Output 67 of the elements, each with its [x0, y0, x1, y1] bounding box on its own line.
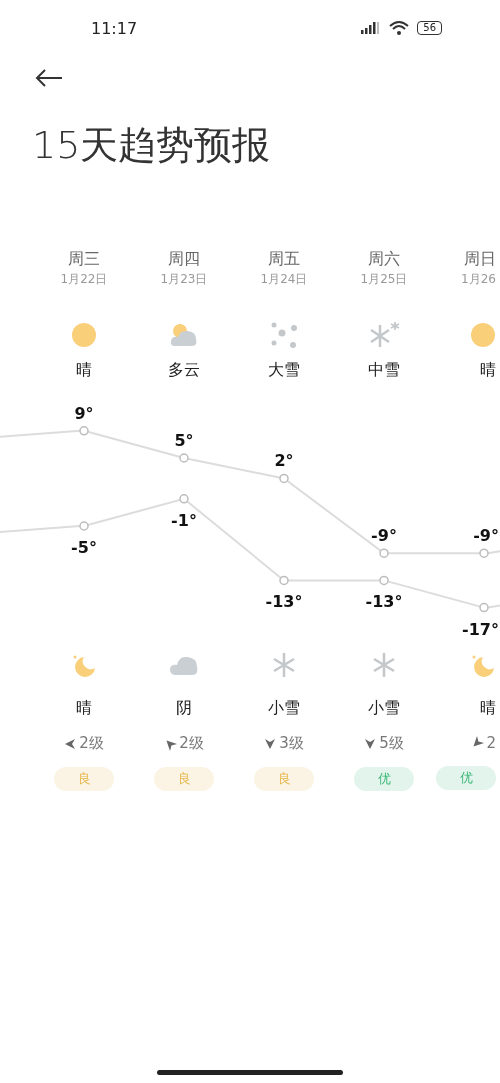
weather-label: 晴: [480, 359, 496, 381]
data-point: [379, 575, 389, 586]
weather-label: 小雪: [268, 697, 300, 719]
weather-label: 晴: [480, 697, 496, 719]
temperature-label: -13°: [265, 592, 303, 612]
sun-icon: [71, 322, 97, 348]
air-quality-badge: 良: [54, 767, 114, 791]
date-label: 1月22日: [60, 271, 108, 288]
signal-icon: [359, 21, 382, 35]
data-point: [479, 602, 489, 613]
page-title: 15天趋势预报: [32, 122, 272, 169]
weather-label: 阴: [176, 697, 192, 719]
date-label: 1月26: [461, 271, 496, 288]
weekday-label: 周日: [464, 248, 496, 270]
data-point: [179, 494, 189, 504]
temperature-label: -9°: [371, 526, 397, 546]
battery-indicator: 56: [417, 21, 442, 35]
wind-level: 2: [486, 734, 496, 752]
date-label: 1月24日: [260, 271, 308, 288]
cloud-icon: [169, 654, 199, 676]
temperature-label: -13°: [365, 592, 403, 612]
data-point: [479, 548, 489, 558]
weather-label: 晴: [76, 697, 92, 719]
status-time: 11:17: [91, 18, 138, 38]
temperature-label: -9°: [473, 526, 499, 546]
air-quality-badge: 优: [436, 766, 496, 790]
wind-level: 2级: [179, 734, 204, 753]
temperature-label: 2°: [274, 451, 294, 471]
data-point: [179, 453, 189, 463]
snowflake-icon: [371, 652, 397, 678]
snowflake-icon: [271, 652, 297, 678]
weather-label: 中雪: [368, 359, 400, 381]
data-point: [79, 426, 89, 436]
wifi-icon: [389, 20, 410, 36]
temperature-label: 5°: [174, 431, 194, 450]
data-point: [279, 473, 289, 484]
weekday-label: 周四: [168, 248, 200, 270]
weather-label: 小雪: [368, 697, 400, 719]
weekday-label: 周六: [368, 248, 400, 270]
weather-label: 晴: [76, 359, 92, 381]
weather-label: 大雪: [268, 359, 300, 381]
data-point: [279, 575, 289, 586]
wind-level: 2级: [79, 734, 104, 753]
air-quality-badge: 良: [254, 767, 314, 791]
data-point: [379, 548, 389, 558]
date-label: 1月25日: [360, 271, 408, 288]
snowflake-icon: [368, 321, 400, 349]
wind-arrow-icon: [264, 737, 277, 750]
sun-cloud-icon: [169, 322, 199, 348]
wind-level: 5级: [379, 734, 404, 753]
air-quality-badge: 良: [154, 767, 214, 791]
wind-arrow-icon: [364, 737, 377, 750]
weekday-label: 周五: [268, 248, 300, 270]
weekday-label: 周三: [68, 248, 100, 270]
temperature-label: -1°: [171, 510, 197, 530]
weather-label: 多云: [168, 359, 200, 381]
temperature-label: -17°: [462, 619, 499, 639]
temperature-label: 9°: [74, 403, 94, 423]
temperature-label: -5°: [71, 538, 97, 557]
wind-level: 3级: [279, 734, 304, 753]
air-quality-badge: 优: [354, 767, 414, 791]
snowflakes-icon: [269, 321, 299, 349]
data-point: [79, 521, 89, 531]
sun-icon: [470, 322, 496, 348]
back-button[interactable]: [34, 68, 64, 88]
wind-arrow-icon: [64, 737, 77, 750]
date-label: 1月23日: [160, 271, 208, 288]
